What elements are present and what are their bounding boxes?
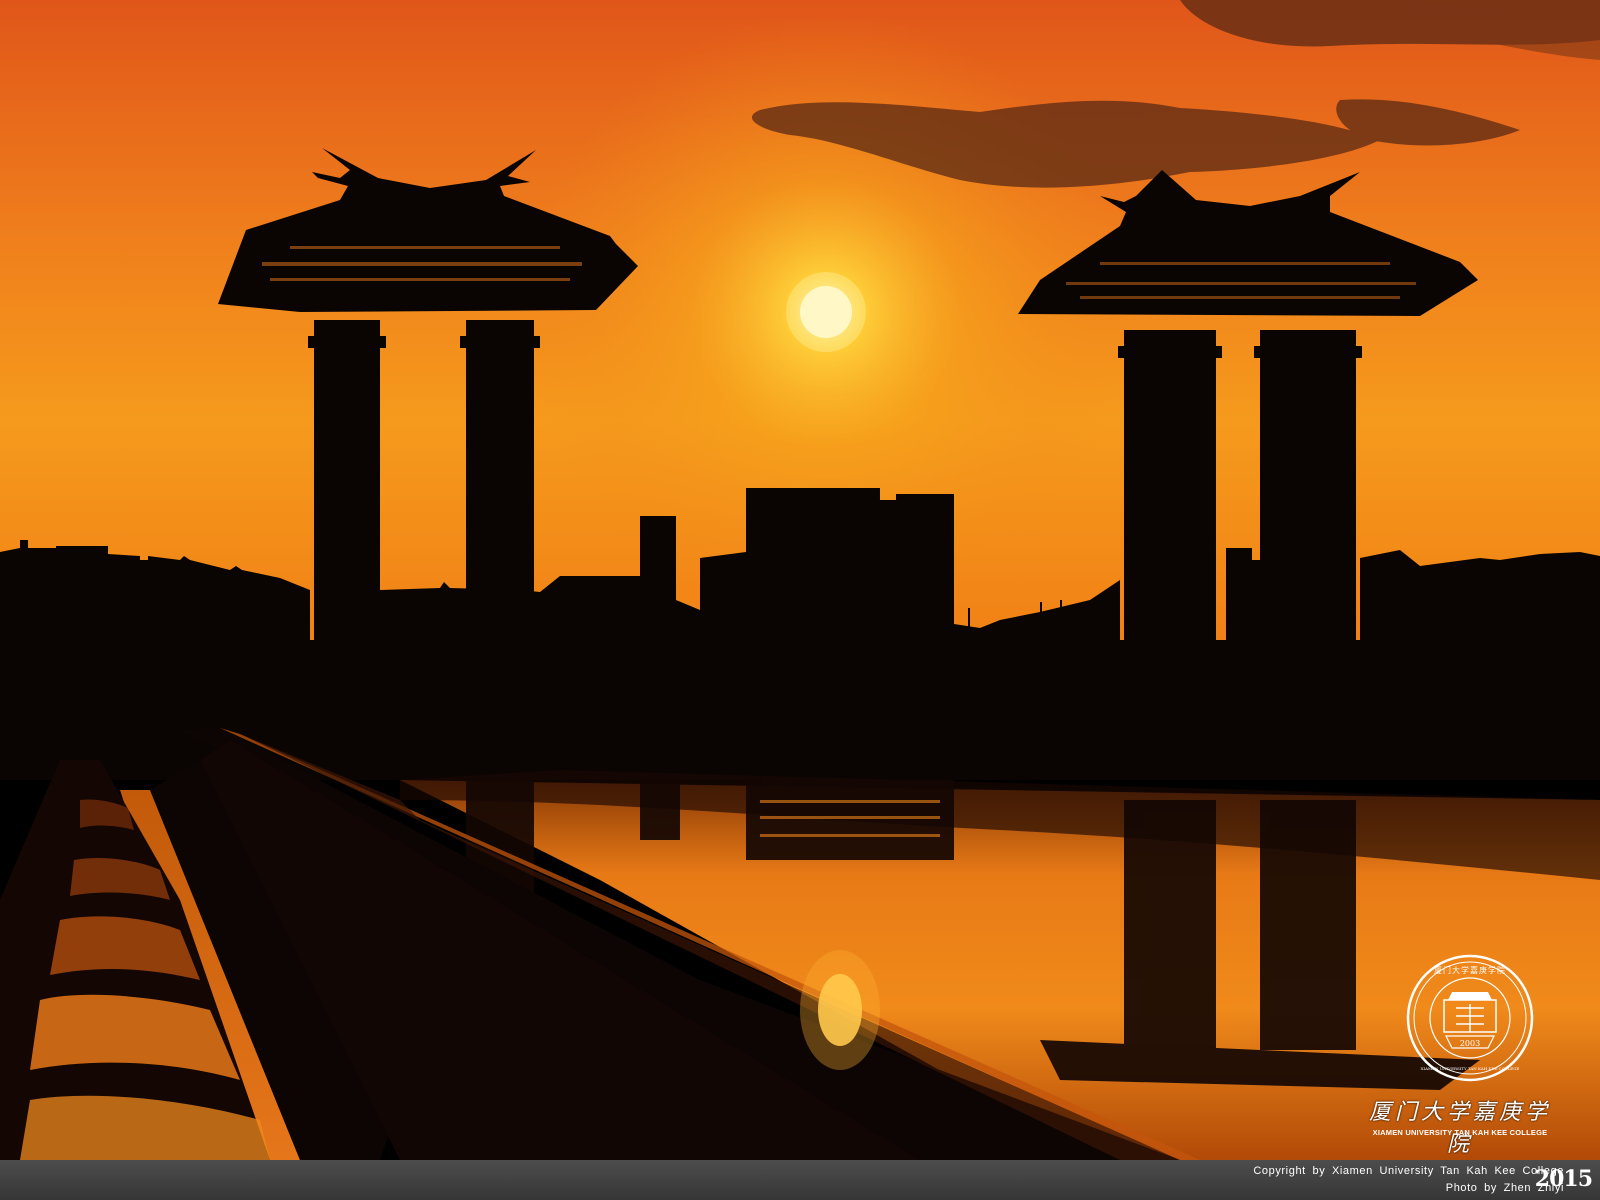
footer-copyright: Copyright by Xiamen University Tan Kah K…: [1253, 1165, 1564, 1177]
seal-ring-bottom: XIAMEN UNIVERSITY TAN KAH KEE COLLEGE: [1421, 1066, 1520, 1071]
footer-year: 2015: [1534, 1166, 1593, 1192]
college-name-english: XIAMEN UNIVERSITY TAN KAH KEE COLLEGE: [1372, 1128, 1548, 1137]
seal-ring-top: 厦门大学嘉庚学院: [1434, 965, 1506, 975]
college-name-chinese: 厦门大学嘉庚学院: [1368, 1100, 1551, 1157]
sunset-photo: 2003 厦门大学嘉庚学院 XIAMEN UNIVERSITY TAN KAH …: [0, 0, 1600, 1200]
seal-year: 2003: [1460, 1039, 1480, 1048]
